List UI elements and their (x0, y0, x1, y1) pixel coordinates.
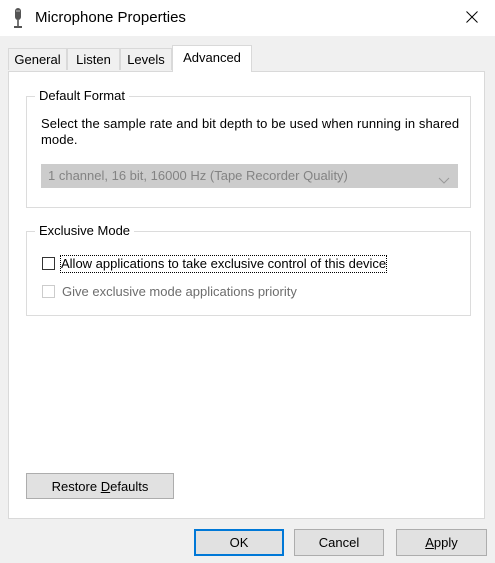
default-format-description: Select the sample rate and bit depth to … (41, 116, 460, 147)
tab-label: Listen (76, 52, 111, 67)
exclusive-mode-legend: Exclusive Mode (35, 223, 135, 239)
ok-button[interactable]: OK (194, 529, 284, 556)
chevron-down-icon (438, 171, 450, 184)
cancel-label: Cancel (318, 535, 360, 550)
apply-label-suffix: pply (433, 535, 458, 550)
close-button[interactable] (449, 0, 495, 36)
tab-label: Levels (127, 52, 165, 67)
exclusive-priority-checkbox[interactable] (42, 285, 55, 298)
apply-button[interactable]: Apply (396, 529, 487, 556)
tab-strip: General Listen Levels Advanced (0, 36, 495, 74)
allow-exclusive-checkbox[interactable] (42, 257, 55, 270)
tab-advanced[interactable]: Advanced (172, 45, 252, 72)
tab-general[interactable]: General (8, 48, 67, 70)
tab-listen[interactable]: Listen (67, 48, 120, 70)
exclusive-mode-group: Exclusive Mode (26, 223, 471, 316)
cancel-button[interactable]: Cancel (294, 529, 384, 556)
tab-label: Advanced (183, 50, 241, 65)
restore-defaults-accelerator: D (100, 478, 111, 494)
microphone-icon (11, 7, 25, 29)
restore-defaults-button[interactable]: Restore Defaults (26, 473, 174, 499)
default-format-legend: Default Format (35, 88, 129, 104)
exclusive-priority-label: Give exclusive mode applications priorit… (62, 284, 297, 299)
tab-label: General (14, 52, 61, 67)
tab-levels[interactable]: Levels (120, 48, 172, 70)
format-dropdown-value: 1 channel, 16 bit, 16000 Hz (Tape Record… (48, 168, 348, 183)
window-title: Microphone Properties (35, 9, 186, 26)
allow-exclusive-label[interactable]: Allow applications to take exclusive con… (59, 255, 388, 273)
format-dropdown[interactable]: 1 channel, 16 bit, 16000 Hz (Tape Record… (41, 164, 458, 188)
ok-label: OK (229, 535, 249, 550)
apply-accelerator: A (425, 535, 434, 550)
restore-defaults-label-suffix: efaults (110, 478, 149, 494)
default-format-group: Default Format (26, 88, 471, 208)
close-icon (466, 10, 478, 26)
title-bar: Microphone Properties (0, 0, 495, 36)
restore-defaults-label-prefix: Restore (51, 478, 101, 494)
